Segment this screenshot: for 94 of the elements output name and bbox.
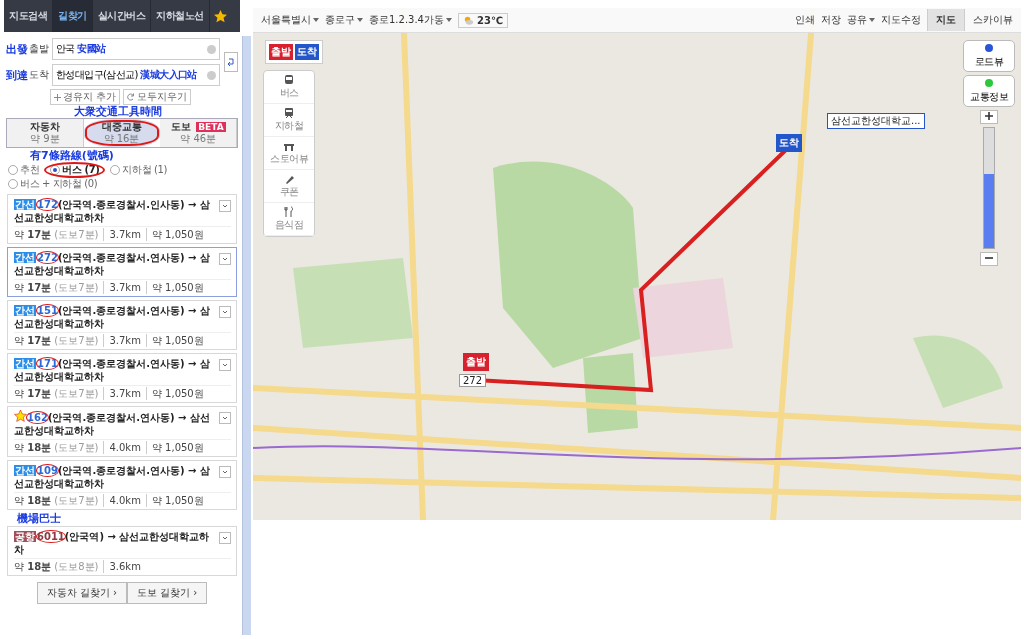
origin-field[interactable]: 안국 安國站 [52,38,220,60]
weather-badge: 23℃ [458,12,509,28]
breadcrumb-link[interactable]: 종로1.2.3.4가동 [369,13,452,27]
zoom-slider[interactable] [983,127,995,249]
route-card[interactable]: 간선 171(안국역.종로경찰서.연사동) → 삼선교한성대학교하차 약 17분 (도보7분) 3.7km 약 1,050원 [7,353,237,403]
route-card[interactable]: 162(안국역.종로경찰서.연사동) → 삼선교한성대학교하차 약 18분 (도보7분) 4.0km 약 1,050원 [7,406,237,457]
map-tool-button[interactable]: 쿠폰 [264,170,314,203]
route-card[interactable]: 간선 109(안국역.종로경찰서.연사동) → 삼선교한성대학교하차 약 18분 (도보7분) 4.0km 약 1,050원 [7,460,237,510]
nav-tab[interactable]: 지하철노선 [151,0,210,32]
zoom-in-button[interactable] [980,110,998,124]
filter-radio[interactable]: 버스 + 지하철 (0) [6,177,100,191]
route-card[interactable]: 간선 151(안국역.종로경찰서.연사동) → 삼선교한성대학교하차 약 17분 (도보7분) 3.7km 약 1,050원 [7,300,237,350]
nav-tab[interactable]: 길찾기 [53,0,93,32]
swap-icon[interactable] [224,52,238,72]
expand-icon[interactable] [219,253,231,265]
route-summary: 약 17분 (도보7분) 3.7km 약 1,050원 [14,279,231,294]
mode-tab[interactable]: 도보 BETA 약 46분 [160,119,237,147]
route-card[interactable]: 간선 172(안국역.종로경찰서.인사동) → 삼선교한성대학교하차 약 17분 (도보7분) 3.7km 약 1,050원 [7,194,237,244]
marker-flag-button[interactable]: 출발 [269,44,293,60]
field-label: 도착 [29,68,48,82]
annotation-text: 出發 [6,41,27,57]
route-title: 간선 172(안국역.종로경찰서.인사동) → 삼선교한성대학교하차 [14,198,211,224]
caret-icon [869,18,875,22]
clear-all-button[interactable]: 모두지우기 [123,89,192,105]
caret-icon [313,18,319,22]
bus-icon [283,74,295,86]
map-action-link[interactable]: 인쇄 [795,13,815,27]
nav-tab[interactable]: 실시간버스 [92,0,151,32]
end-marker[interactable]: 도착 [776,134,802,152]
roadview-icon [984,43,994,55]
expand-icon[interactable] [219,306,231,318]
route-title: 간선 171(안국역.종로경찰서.연사동) → 삼선교한성대학교하차 [14,357,211,383]
scrollbar[interactable] [242,36,251,635]
traffic-light-icon [984,78,994,90]
map-action-link[interactable]: 저장 [821,13,841,27]
destination-field[interactable]: 한성대입구(삼선교) 漢城大入口站 [52,64,220,86]
route-card[interactable]: 공항 6011(안국역) → 삼선교한성대학교하차 약 18분 (도보8분) 3.6km [7,526,237,576]
filter-radio[interactable]: 버스 (7) [45,163,105,177]
caret-icon [446,18,452,22]
plus-icon [985,112,993,120]
route-title: 162(안국역.종로경찰서.연사동) → 삼선교한성대학교하차 [14,410,211,437]
annotation-text: 機場巴士 [17,513,62,525]
route-title: 간선 109(안국역.종로경찰서.연사동) → 삼선교한성대학교하차 [14,464,211,490]
roadview-button[interactable]: 로드뷰 [963,40,1015,72]
star-icon[interactable] [213,9,227,23]
filter-radio[interactable]: 지하철 (1) [108,163,169,177]
mode-tab[interactable]: 대중교통 약 16분 [83,119,161,147]
pencil-icon [283,173,295,185]
marker-flag-button[interactable]: 도착 [295,44,319,60]
start-marker[interactable]: 출발 [463,353,489,371]
add-waypoint-button[interactable]: 경유지 추가 [50,89,121,105]
annotation-text: 有7條路線(號碼) [29,148,115,162]
route-title: 간선 151(안국역.종로경찰서.연사동) → 삼선교한성대학교하차 [14,304,211,330]
route-summary: 약 18분 (도보7분) 4.0km 약 1,050원 [14,439,231,454]
refresh-icon [127,93,136,101]
annotation-text: 大衆交通工具時間 [73,105,163,118]
expand-icon[interactable] [219,412,231,424]
map-action-link[interactable]: 지도수정 [881,13,921,27]
route-card[interactable]: 간선 272(안국역.종로경찰서.연사동) → 삼선교한성대학교하차 약 17분 (도보7분) 3.7km 약 1,050원 [7,247,237,297]
route-summary: 약 17분 (도보7분) 3.7km 약 1,050원 [14,332,231,347]
view-tab[interactable]: 스카이뷰 [964,9,1021,31]
route-summary: 약 18분 (도보8분) 3.6km [14,558,231,573]
expand-icon[interactable] [219,200,231,212]
plus-icon [54,93,61,101]
map-tool-button[interactable]: 스토어뷰 [264,137,314,170]
route-summary: 약 17분 (도보7분) 3.7km 약 1,050원 [14,226,231,241]
map-tool-button[interactable]: 음식점 [264,203,314,236]
station-label: 삼선교한성대학교... [827,113,925,129]
map-tool-button[interactable]: 버스 [264,71,314,104]
route-title: 간선 272(안국역.종로경찰서.연사동) → 삼선교한성대학교하차 [14,251,211,277]
annotation-text: 到達 [6,67,27,83]
breadcrumb-link[interactable]: 서울특별시 [261,13,319,27]
expand-icon[interactable] [219,359,231,371]
bus-label: 272 [459,374,487,387]
train-icon [283,107,295,119]
mode-tab[interactable]: 자동차 약 9분 [7,119,84,147]
map-action-link[interactable]: 공유 [847,13,875,27]
route-title: 공항 6011(안국역) → 삼선교한성대학교하차 [14,530,211,556]
view-tab[interactable]: 지도 [927,9,964,31]
fork-knife-icon [283,206,295,218]
traffic-button[interactable]: 교통정보 [963,75,1015,107]
car-directions-button[interactable]: 자동차 길찾기 › [36,582,127,604]
map-tool-button[interactable]: 지하철 [264,104,314,137]
route-summary: 약 17분 (도보7분) 3.7km 약 1,050원 [14,385,231,400]
minus-icon [985,254,993,262]
filter-radio[interactable]: 추천 [6,163,42,177]
expand-icon[interactable] [219,466,231,478]
field-label: 출발 [29,42,48,56]
breadcrumb-link[interactable]: 종로구 [325,13,363,27]
zoom-out-button[interactable] [980,252,998,266]
route-summary: 약 18분 (도보7분) 4.0km 약 1,050원 [14,492,231,507]
caret-icon [357,18,363,22]
expand-icon[interactable] [219,532,231,544]
walk-directions-button[interactable]: 도보 길찾기 › [127,582,208,604]
